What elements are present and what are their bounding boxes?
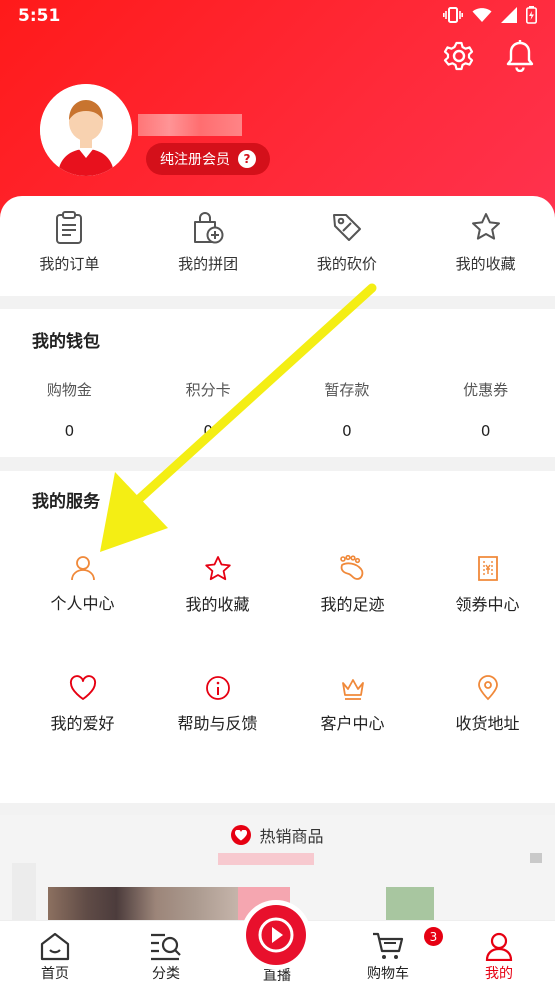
status-bar: 5:51: [0, 0, 555, 30]
heart-icon: [69, 675, 96, 700]
wallet-label: 购物金: [46, 381, 92, 399]
wallet-label: 优惠券: [463, 381, 509, 399]
signal-icon: [501, 7, 517, 23]
tab-label: 我的: [485, 966, 513, 982]
wallet-value: 0: [64, 422, 75, 440]
quick-link-favorites[interactable]: 我的收藏: [416, 196, 555, 296]
service-hobbies[interactable]: 我的爱好: [15, 675, 150, 734]
wallet-label: 暂存款: [324, 381, 370, 399]
quick-link-group-buy[interactable]: 我的拼团: [139, 196, 278, 296]
wallet-card: 我的钱包 购物金 0 积分卡 0 暂存款 0 优惠券 0: [0, 309, 555, 457]
wifi-icon: [472, 8, 492, 22]
product-thumbnail-blurred[interactable]: [12, 863, 36, 920]
member-level-pill[interactable]: 纯注册会员 ?: [146, 143, 270, 175]
tab-label: 分类: [152, 966, 180, 982]
status-icons: [443, 6, 537, 24]
profile-icon: [485, 932, 513, 961]
quick-link-label: 我的订单: [39, 255, 100, 273]
battery-icon: [526, 6, 537, 24]
quick-link-label: 我的砍价: [316, 255, 377, 273]
services-card: 我的服务 个人中心 我的收藏 我的足迹 领券中心 我的爱好 帮助与反馈 客户中心: [0, 471, 555, 803]
notification-bell-icon[interactable]: [505, 40, 535, 72]
service-label: 收货地址: [455, 714, 520, 733]
service-footprints[interactable]: 我的足迹: [285, 555, 420, 615]
service-label: 帮助与反馈: [177, 714, 258, 733]
play-icon: [258, 917, 294, 953]
avatar-person-icon: [40, 84, 132, 176]
tab-home[interactable]: 首页: [0, 921, 110, 989]
wallet-title: 我的钱包: [32, 332, 100, 352]
product-thumbnail-blurred[interactable]: [386, 887, 434, 920]
quick-link-orders[interactable]: 我的订单: [0, 196, 139, 296]
settings-gear-icon[interactable]: [443, 40, 475, 72]
footprint-icon: [339, 555, 363, 580]
hot-heart-icon: [231, 825, 252, 845]
avatar[interactable]: [40, 84, 132, 176]
bottom-tab-bar: 首页 分类 直播 购物车 3 我的: [0, 905, 555, 989]
service-label: 个人中心: [50, 594, 115, 613]
wallet-item-points-card[interactable]: 积分卡 0: [139, 379, 278, 440]
order-clipboard-icon: [56, 211, 83, 244]
product-thumbnail-blurred[interactable]: [48, 887, 244, 920]
tab-category[interactable]: 分类: [111, 921, 221, 989]
wallet-value: 0: [480, 422, 491, 440]
services-title: 我的服务: [32, 492, 100, 512]
tab-label: 购物车: [367, 966, 409, 982]
quick-link-bargain[interactable]: 我的砍价: [278, 196, 417, 296]
cart-count-badge: 3: [424, 927, 443, 946]
service-coupon-center[interactable]: 领券中心: [420, 555, 555, 615]
product-thumbnail-blurred[interactable]: [218, 853, 314, 865]
services-grid: 个人中心 我的收藏 我的足迹 领券中心 我的爱好 帮助与反馈 客户中心 收货地址: [15, 555, 555, 734]
star-icon: [204, 556, 231, 581]
location-pin-icon: [477, 675, 498, 701]
favorite-star-icon: [471, 213, 500, 240]
header-actions: [443, 40, 535, 72]
quick-link-label: 我的拼团: [178, 255, 239, 273]
info-icon: [205, 676, 230, 700]
wallet-items: 购物金 0 积分卡 0 暂存款 0 优惠券 0: [0, 379, 555, 440]
service-help-feedback[interactable]: 帮助与反馈: [150, 675, 285, 734]
quick-links-card: 我的订单 我的拼团 我的砍价 我的收藏: [0, 196, 555, 296]
status-time: 5:51: [18, 6, 61, 26]
wallet-item-deposit[interactable]: 暂存款 0: [278, 379, 417, 440]
member-level-label: 纯注册会员: [160, 152, 230, 168]
help-question-icon[interactable]: ?: [238, 150, 256, 168]
product-thumbnail-blurred[interactable]: [530, 853, 542, 863]
username-blurred: [138, 114, 242, 136]
wallet-item-shopping-gold[interactable]: 购物金 0: [0, 379, 139, 440]
live-play-button[interactable]: [246, 905, 306, 965]
bargain-tag-icon: [332, 214, 361, 241]
hot-products-title-row: 热销商品: [0, 823, 555, 847]
group-buy-bag-icon: [194, 212, 224, 244]
service-label: 我的足迹: [320, 595, 385, 614]
hot-products-title: 热销商品: [259, 827, 324, 846]
service-favorites[interactable]: 我的收藏: [150, 555, 285, 615]
service-label: 领券中心: [455, 595, 520, 614]
category-search-icon: [151, 933, 181, 961]
tab-label: 直播: [263, 968, 291, 984]
wallet-value: 0: [203, 422, 213, 440]
wallet-label: 积分卡: [185, 381, 231, 399]
vibrate-icon: [443, 7, 463, 23]
service-personal-center[interactable]: 个人中心: [15, 555, 150, 615]
person-icon: [70, 556, 95, 581]
service-customer-center[interactable]: 客户中心: [285, 675, 420, 734]
service-label: 我的爱好: [50, 714, 115, 733]
cart-icon: [373, 932, 404, 959]
wallet-value: 0: [342, 422, 352, 440]
service-label: 我的收藏: [185, 595, 250, 614]
service-label: 客户中心: [320, 714, 385, 733]
crown-icon: [341, 679, 364, 700]
tab-label: 首页: [41, 966, 69, 982]
service-shipping-address[interactable]: 收货地址: [420, 675, 555, 734]
tab-mine[interactable]: 我的: [444, 921, 554, 989]
home-icon: [40, 932, 70, 961]
quick-link-label: 我的收藏: [455, 255, 516, 273]
wallet-item-coupons[interactable]: 优惠券 0: [416, 379, 555, 440]
coupon-icon: [477, 556, 498, 581]
